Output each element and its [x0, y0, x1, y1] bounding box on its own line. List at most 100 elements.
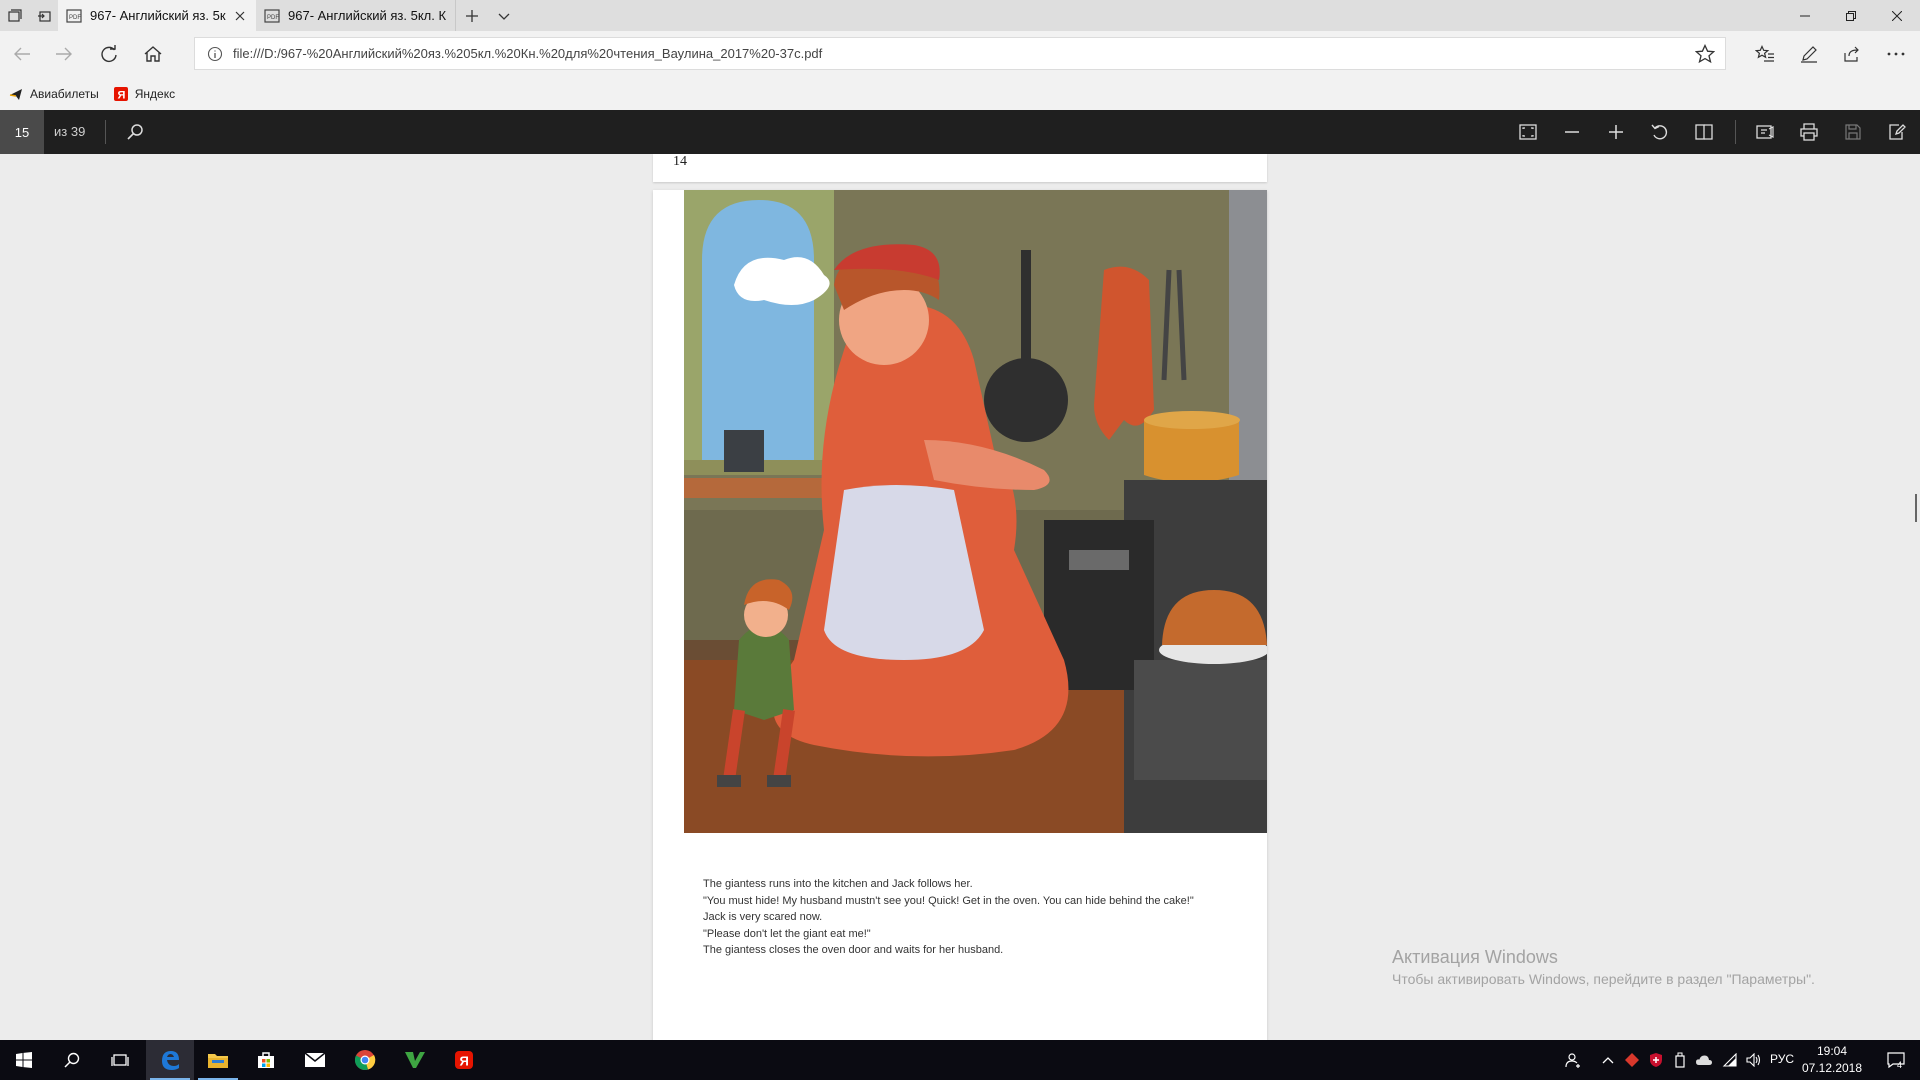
edge-icon	[162, 1051, 179, 1070]
story-line: Jack is very scared now.	[703, 911, 823, 923]
toolbar-divider	[1735, 120, 1736, 144]
taskbar-chrome[interactable]	[341, 1040, 389, 1080]
home-button[interactable]	[137, 38, 169, 70]
search-button[interactable]	[113, 110, 157, 154]
svg-text:Я: Я	[460, 1054, 469, 1069]
clock[interactable]: 19:04 07.12.2018	[1800, 1043, 1864, 1077]
home-icon	[144, 46, 162, 62]
favorites-hub-button[interactable]	[1749, 38, 1781, 70]
add-notes-button[interactable]	[1875, 110, 1919, 154]
favorite-aviabilety[interactable]: Авиабилеты	[8, 86, 99, 102]
zoom-in-button[interactable]	[1594, 110, 1638, 154]
close-window-button[interactable]	[1874, 0, 1920, 31]
show-hidden-icons-button[interactable]	[1597, 1040, 1619, 1080]
plus-icon	[1609, 125, 1623, 139]
pdf-page: The giantess runs into the kitchen and J…	[653, 190, 1267, 1040]
minus-icon	[1565, 131, 1579, 133]
onedrive-button[interactable]	[1693, 1040, 1715, 1080]
print-button[interactable]	[1787, 110, 1831, 154]
fit-to-page-button[interactable]	[1506, 110, 1550, 154]
tab-pdf-1[interactable]: PDF 967- Английский яз. 5к	[58, 0, 256, 31]
start-button[interactable]	[0, 1040, 48, 1080]
cloud-icon	[1696, 1055, 1712, 1065]
back-button[interactable]	[6, 38, 38, 70]
taskbar-mail[interactable]	[291, 1040, 339, 1080]
svg-text:PDF: PDF	[267, 15, 279, 21]
giantess-kitchen-illustration	[684, 190, 1267, 833]
taskbar-edge[interactable]	[146, 1040, 194, 1080]
more-button[interactable]	[1880, 38, 1912, 70]
notification-icon	[1887, 1052, 1905, 1068]
restore-button[interactable]	[1828, 0, 1874, 31]
taskbar-yandex-browser[interactable]: Я	[440, 1040, 488, 1080]
two-page-icon	[1695, 124, 1713, 140]
search-icon	[127, 124, 143, 140]
svg-text:Я: Я	[117, 89, 125, 101]
web-notes-button[interactable]	[1793, 38, 1825, 70]
taskbar-vim[interactable]	[391, 1040, 439, 1080]
read-aloud-button[interactable]	[1743, 110, 1787, 154]
navigation-bar: file:///D:/967-%20Английский%20яз.%205кл…	[0, 31, 1920, 77]
tray-app-2[interactable]	[1645, 1040, 1667, 1080]
tab-close-button[interactable]	[232, 8, 248, 24]
search-button[interactable]	[48, 1040, 96, 1080]
tab-pdf-2[interactable]: PDF 967- Английский яз. 5кл. К	[256, 0, 456, 31]
tab-label: 967- Английский яз. 5к	[90, 8, 226, 23]
tab-preview-button[interactable]	[488, 0, 520, 31]
share-button[interactable]	[1836, 38, 1868, 70]
page-layout-button[interactable]	[1682, 110, 1726, 154]
taskbar-file-explorer[interactable]	[194, 1040, 242, 1080]
network-button[interactable]	[1719, 1040, 1741, 1080]
favorite-label: Авиабилеты	[30, 86, 99, 101]
save-button[interactable]	[1831, 110, 1875, 154]
address-bar[interactable]: file:///D:/967-%20Английский%20яз.%205кл…	[194, 37, 1726, 70]
task-view-button[interactable]	[96, 1040, 144, 1080]
pdf-icon: PDF	[66, 8, 82, 23]
favorite-yandex[interactable]: Я Яндекс	[113, 86, 175, 102]
tray-app-1[interactable]	[1621, 1040, 1643, 1080]
task-view-icon	[111, 1054, 129, 1066]
fit-page-icon	[1519, 124, 1537, 140]
tab-label: 967- Английский яз. 5кл. К	[288, 8, 447, 23]
taskbar: Я РУС 19:04 07.12.2018 4	[0, 1040, 1920, 1080]
minimize-icon	[1800, 15, 1810, 16]
scrollbar-thumb[interactable]	[1915, 494, 1917, 522]
tray-battery[interactable]	[1669, 1040, 1691, 1080]
zoom-out-button[interactable]	[1550, 110, 1594, 154]
url-text[interactable]: file:///D:/967-%20Английский%20яз.%205кл…	[233, 46, 822, 61]
action-center-button[interactable]: 4	[1872, 1040, 1920, 1080]
story-text: The giantess runs into the kitchen and J…	[688, 876, 1208, 959]
clock-date: 07.12.2018	[1801, 1061, 1863, 1075]
volume-button[interactable]	[1743, 1040, 1765, 1080]
tab-manager-button[interactable]	[0, 0, 29, 31]
refresh-button[interactable]	[93, 38, 125, 70]
taskbar-store[interactable]	[242, 1040, 290, 1080]
arrow-left-icon	[14, 47, 30, 61]
people-button[interactable]	[1562, 1040, 1584, 1080]
read-aloud-icon	[1756, 125, 1774, 139]
usb-drive-icon	[1675, 1052, 1685, 1068]
favorites-list-icon	[1755, 45, 1774, 62]
input-language-indicator[interactable]: РУС	[1770, 1052, 1794, 1066]
rotate-button[interactable]	[1638, 110, 1682, 154]
more-dots-icon	[1887, 52, 1905, 56]
shield-icon	[1650, 1053, 1662, 1067]
toolbar-divider	[105, 120, 106, 144]
rotate-icon	[1651, 124, 1668, 140]
chrome-icon	[354, 1050, 376, 1070]
forward-button[interactable]	[48, 38, 80, 70]
minimize-button[interactable]	[1782, 0, 1828, 31]
info-icon[interactable]	[207, 46, 223, 62]
page-number-input[interactable]: 15	[0, 110, 44, 154]
pdf-viewer[interactable]: 14 The giantess runs into the kitchen an…	[0, 154, 1920, 1040]
chevron-down-icon	[498, 13, 510, 20]
store-bag-icon	[258, 1052, 274, 1068]
pdf-icon: PDF	[264, 8, 280, 23]
wifi-icon	[1722, 1053, 1737, 1067]
favorite-star-icon[interactable]	[1695, 44, 1715, 64]
set-aside-tabs-button[interactable]	[29, 0, 58, 31]
speaker-icon	[1746, 1053, 1761, 1067]
new-tab-button[interactable]	[456, 0, 488, 31]
folder-icon	[208, 1054, 228, 1068]
pen-icon	[1801, 46, 1817, 63]
